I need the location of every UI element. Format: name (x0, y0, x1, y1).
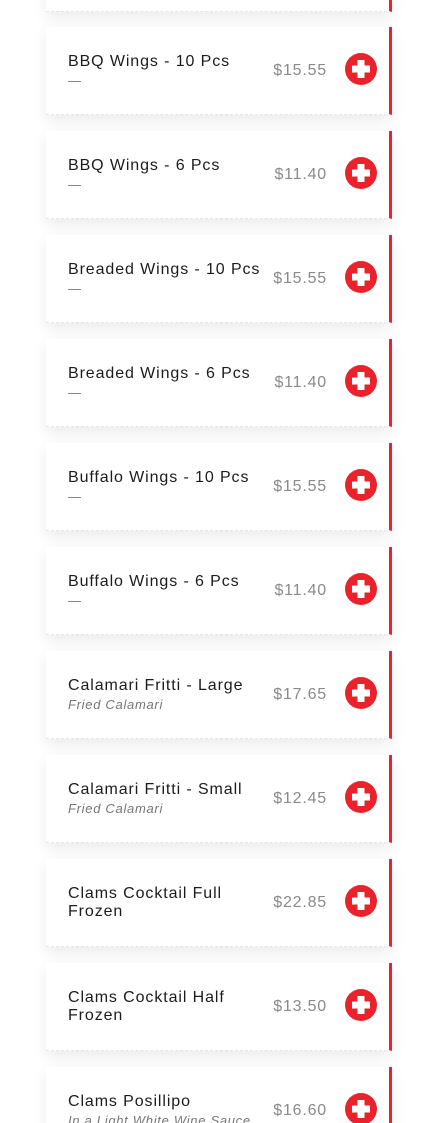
add-to-cart-button[interactable] (345, 781, 377, 813)
item-name: BBQ Wings - 6 Pcs (68, 157, 221, 174)
plus-icon (352, 788, 370, 806)
item-name: Calamari Fritti - Small (68, 781, 243, 798)
item-description: — (68, 593, 82, 608)
item-price: $12.45 (273, 790, 327, 807)
add-to-cart-button[interactable] (345, 53, 377, 85)
item-name: BBQ Wings - 10 Pcs (68, 53, 231, 70)
plus-icon (352, 372, 370, 390)
item-name: Buffalo Wings - 10 Pcs (68, 469, 250, 486)
item-price: $17.65 (273, 686, 327, 703)
plus-icon (352, 60, 370, 78)
item-info: Clams Posillipo In a Light White Wine Sa… (68, 1067, 266, 1123)
item-description: — (68, 489, 82, 504)
menu-item[interactable]: Breaded Wings - 10 Pcs — $15.55 (46, 235, 392, 323)
add-to-cart-button[interactable] (345, 469, 377, 501)
item-name: Clams Cocktail Half Frozen (68, 989, 225, 1024)
item-description: — (68, 385, 82, 400)
item-description: — (68, 177, 82, 192)
item-info: Buffalo Wings - 10 Pcs — (68, 443, 266, 531)
item-info: Clams Cocktail Full Frozen (68, 859, 246, 947)
menu-item[interactable]: Calamari Fritti - Small Fried Calamari $… (46, 755, 392, 843)
add-to-cart-button[interactable] (345, 157, 377, 189)
item-description: — (68, 73, 82, 88)
plus-icon (352, 580, 370, 598)
item-name: Calamari Fritti - Large (68, 677, 244, 694)
menu-item[interactable]: Clams Cocktail Half Frozen $13.50 (46, 963, 392, 1051)
menu-item[interactable]: BBQ Wings - 10 Pcs — $15.55 (46, 27, 392, 115)
item-info: Buffalo Wings - 6 Pcs — (68, 547, 266, 635)
item-price: $22.85 (273, 894, 327, 911)
menu-item[interactable]: Buffalo Wings - 10 Pcs — $15.55 (46, 443, 392, 531)
plus-icon (352, 684, 370, 702)
item-price: $16.60 (273, 1102, 327, 1119)
add-to-cart-button[interactable] (345, 365, 377, 397)
menu-item[interactable]: Clams Cocktail Full Frozen $22.85 (46, 859, 392, 947)
menu-item[interactable]: BBQ Wings - 6 Pcs — $11.40 (46, 131, 392, 219)
add-to-cart-button[interactable] (345, 1093, 377, 1123)
plus-icon (352, 164, 370, 182)
item-price: $11.40 (274, 166, 327, 183)
item-info: Calamari Fritti - Large Fried Calamari (68, 651, 266, 739)
item-info: Calamari Fritti - Small Fried Calamari (68, 755, 266, 843)
plus-icon (352, 268, 370, 286)
item-name: Breaded Wings - 10 Pcs (68, 261, 261, 278)
item-info: Clams Cocktail Half Frozen (68, 963, 246, 1051)
item-name: Breaded Wings - 6 Pcs (68, 365, 251, 382)
item-name: Clams Cocktail Full Frozen (68, 885, 223, 920)
add-to-cart-button[interactable] (345, 677, 377, 709)
item-price: $15.55 (273, 270, 327, 287)
item-price: $15.55 (273, 478, 327, 495)
item-price: $13.50 (273, 998, 327, 1015)
item-price: $15.55 (273, 62, 327, 79)
item-name: Buffalo Wings - 6 Pcs (68, 573, 240, 590)
add-to-cart-button[interactable] (345, 989, 377, 1021)
add-to-cart-button[interactable] (345, 261, 377, 293)
item-info: BBQ Wings - 10 Pcs — (68, 27, 266, 115)
item-info: BBQ Wings - 6 Pcs — (68, 131, 266, 219)
item-info: Breaded Wings - 6 Pcs — (68, 339, 266, 427)
item-info: Breaded Wings - 10 Pcs — (68, 235, 266, 323)
item-price: $11.40 (274, 374, 327, 391)
plus-icon (352, 892, 370, 910)
item-name: Clams Posillipo (68, 1093, 191, 1110)
add-to-cart-button[interactable] (345, 573, 377, 605)
plus-icon (352, 476, 370, 494)
menu-item-list: BBQ Wings - 10 Pcs — $15.55 BBQ Wings - … (0, 0, 430, 1123)
item-description: — (68, 281, 82, 296)
add-to-cart-button[interactable] (345, 885, 377, 917)
item-price: $11.40 (274, 582, 327, 599)
menu-item[interactable]: Clams Posillipo In a Light White Wine Sa… (46, 1067, 392, 1123)
menu-item[interactable] (46, 0, 392, 12)
plus-icon (352, 996, 370, 1014)
item-description: Fried Calamari (68, 697, 164, 712)
menu-item[interactable]: Buffalo Wings - 6 Pcs — $11.40 (46, 547, 392, 635)
menu-item[interactable]: Calamari Fritti - Large Fried Calamari $… (46, 651, 392, 739)
menu-item[interactable]: Breaded Wings - 6 Pcs — $11.40 (46, 339, 392, 427)
item-description: Fried Calamari (68, 801, 164, 816)
item-description: In a Light White Wine Sauce (68, 1113, 251, 1123)
plus-icon (352, 1100, 370, 1118)
